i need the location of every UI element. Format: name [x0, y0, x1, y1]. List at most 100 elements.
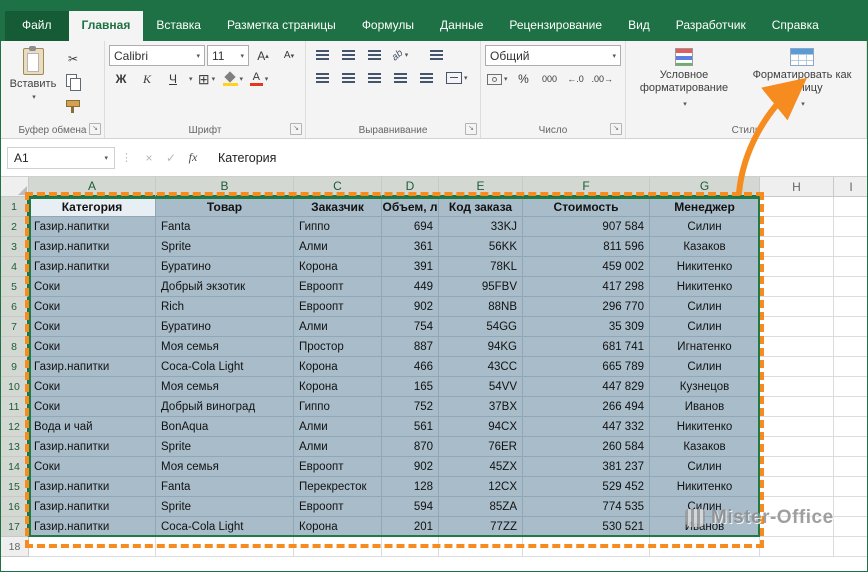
- cell-D3[interactable]: 361: [382, 237, 439, 257]
- cell-A1[interactable]: Категория: [29, 197, 156, 217]
- cell-D17[interactable]: 201: [382, 517, 439, 537]
- alignment-dialog-launcher-icon[interactable]: ↘: [465, 123, 477, 135]
- conditional-formatting-button[interactable]: Условное форматирование ▾: [630, 45, 738, 121]
- column-header-D[interactable]: D: [382, 177, 439, 197]
- cell-E16[interactable]: 85ZA: [439, 497, 523, 517]
- cell-I11[interactable]: [834, 397, 867, 417]
- row-header-18[interactable]: 18: [1, 537, 29, 557]
- clipboard-dialog-launcher-icon[interactable]: ↘: [89, 123, 101, 135]
- cell-B4[interactable]: Буратино: [156, 257, 294, 277]
- align-top-button[interactable]: [310, 45, 334, 65]
- cell-F11[interactable]: 266 494: [523, 397, 650, 417]
- cell-H13[interactable]: [760, 437, 834, 457]
- row-header-3[interactable]: 3: [1, 237, 29, 257]
- cell-I16[interactable]: [834, 497, 867, 517]
- cell-E11[interactable]: 37BX: [439, 397, 523, 417]
- cell-D7[interactable]: 754: [382, 317, 439, 337]
- cell-I17[interactable]: [834, 517, 867, 537]
- cell-E6[interactable]: 88NB: [439, 297, 523, 317]
- cell-D16[interactable]: 594: [382, 497, 439, 517]
- cell-D8[interactable]: 887: [382, 337, 439, 357]
- cell-C18[interactable]: [294, 537, 382, 557]
- comma-style-button[interactable]: 000: [538, 69, 562, 89]
- align-left-button[interactable]: [310, 68, 334, 88]
- cell-H15[interactable]: [760, 477, 834, 497]
- cell-A13[interactable]: Газир.напитки: [29, 437, 156, 457]
- cell-A18[interactable]: [29, 537, 156, 557]
- cell-E18[interactable]: [439, 537, 523, 557]
- cell-C9[interactable]: Корона: [294, 357, 382, 377]
- percent-style-button[interactable]: %: [512, 69, 536, 89]
- cell-B3[interactable]: Sprite: [156, 237, 294, 257]
- cell-E7[interactable]: 54GG: [439, 317, 523, 337]
- cell-G14[interactable]: Силин: [650, 457, 760, 477]
- cell-A14[interactable]: Соки: [29, 457, 156, 477]
- cell-E17[interactable]: 77ZZ: [439, 517, 523, 537]
- insert-function-icon[interactable]: fx: [182, 150, 204, 165]
- cell-F3[interactable]: 811 596: [523, 237, 650, 257]
- row-header-17[interactable]: 17: [1, 517, 29, 537]
- cell-E10[interactable]: 54VV: [439, 377, 523, 397]
- cell-C17[interactable]: Корона: [294, 517, 382, 537]
- underline-button[interactable]: Ч: [161, 69, 185, 89]
- decrease-indent-button[interactable]: [388, 68, 412, 88]
- cell-F4[interactable]: 459 002: [523, 257, 650, 277]
- cell-A8[interactable]: Соки: [29, 337, 156, 357]
- tab-page-layout[interactable]: Разметка страницы: [214, 11, 349, 41]
- cell-H3[interactable]: [760, 237, 834, 257]
- cell-A10[interactable]: Соки: [29, 377, 156, 397]
- cell-D10[interactable]: 165: [382, 377, 439, 397]
- cell-A16[interactable]: Газир.напитки: [29, 497, 156, 517]
- cell-E8[interactable]: 94KG: [439, 337, 523, 357]
- cell-F10[interactable]: 447 829: [523, 377, 650, 397]
- merge-center-button[interactable]: ▾: [444, 68, 470, 88]
- column-header-B[interactable]: B: [156, 177, 294, 197]
- cell-G3[interactable]: Казаков: [650, 237, 760, 257]
- cell-D14[interactable]: 902: [382, 457, 439, 477]
- cell-I1[interactable]: [834, 197, 867, 217]
- cell-I8[interactable]: [834, 337, 867, 357]
- cell-D9[interactable]: 466: [382, 357, 439, 377]
- cell-H6[interactable]: [760, 297, 834, 317]
- cell-A5[interactable]: Соки: [29, 277, 156, 297]
- cell-D12[interactable]: 561: [382, 417, 439, 437]
- cell-H9[interactable]: [760, 357, 834, 377]
- cell-C3[interactable]: Алми: [294, 237, 382, 257]
- cell-E1[interactable]: Код заказа: [439, 197, 523, 217]
- cell-B18[interactable]: [156, 537, 294, 557]
- align-center-button[interactable]: [336, 68, 360, 88]
- format-as-table-button[interactable]: Форматировать как таблицу ▾: [742, 45, 862, 121]
- cell-G13[interactable]: Казаков: [650, 437, 760, 457]
- cell-E12[interactable]: 94CX: [439, 417, 523, 437]
- cell-B10[interactable]: Моя семья: [156, 377, 294, 397]
- shrink-font-button[interactable]: А▾: [277, 46, 301, 66]
- cell-F15[interactable]: 529 452: [523, 477, 650, 497]
- tab-insert[interactable]: Вставка: [143, 11, 214, 41]
- cell-H7[interactable]: [760, 317, 834, 337]
- cell-C10[interactable]: Корона: [294, 377, 382, 397]
- font-size-select[interactable]: 11 ▾: [207, 45, 249, 66]
- cell-G7[interactable]: Силин: [650, 317, 760, 337]
- cell-B8[interactable]: Моя семья: [156, 337, 294, 357]
- cell-H1[interactable]: [760, 197, 834, 217]
- cell-E3[interactable]: 56KK: [439, 237, 523, 257]
- cell-I5[interactable]: [834, 277, 867, 297]
- wrap-text-button[interactable]: [424, 45, 448, 65]
- cell-B14[interactable]: Моя семья: [156, 457, 294, 477]
- cell-G17[interactable]: Иванов: [650, 517, 760, 537]
- cell-C12[interactable]: Алми: [294, 417, 382, 437]
- column-header-F[interactable]: F: [523, 177, 650, 197]
- cell-F16[interactable]: 774 535: [523, 497, 650, 517]
- cell-B12[interactable]: BonAqua: [156, 417, 294, 437]
- cell-H4[interactable]: [760, 257, 834, 277]
- chevron-down-icon[interactable]: ▾: [189, 75, 193, 83]
- cell-I18[interactable]: [834, 537, 867, 557]
- tab-view[interactable]: Вид: [615, 11, 663, 41]
- row-header-9[interactable]: 9: [1, 357, 29, 377]
- cell-D6[interactable]: 902: [382, 297, 439, 317]
- format-painter-button[interactable]: [61, 95, 85, 115]
- cell-F18[interactable]: [523, 537, 650, 557]
- cell-G15[interactable]: Никитенко: [650, 477, 760, 497]
- cell-E4[interactable]: 78KL: [439, 257, 523, 277]
- cell-D1[interactable]: Объем, л: [382, 197, 439, 217]
